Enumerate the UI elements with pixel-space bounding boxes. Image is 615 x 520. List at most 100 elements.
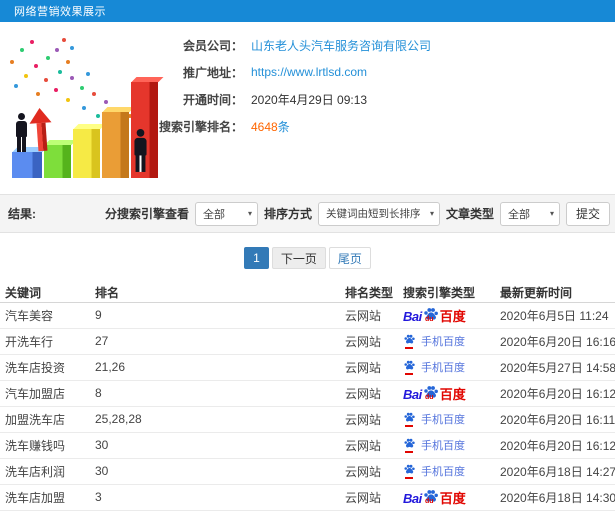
company-label: 会员公司： bbox=[182, 38, 243, 53]
keyword-cell: 汽车加盟店 bbox=[0, 380, 95, 407]
keyword-cell: 洗车店投资 bbox=[0, 354, 95, 381]
next-page-button[interactable]: 下一页 bbox=[271, 247, 326, 269]
rank-type-cell: 云网站 bbox=[345, 302, 403, 329]
baidu-logo: Bai du 百度 bbox=[403, 489, 466, 505]
results-table: 关键词 排名 排名类型 搜索引擎类型 最新更新时间 汽车美容 9 云网站 Bai… bbox=[0, 283, 615, 511]
rank-count-number: 4648 bbox=[251, 119, 278, 134]
promo-url-label: 推广地址： bbox=[182, 65, 243, 80]
mobile-baidu-paw-icon bbox=[403, 464, 416, 479]
rank-cell[interactable]: 30 bbox=[95, 432, 345, 459]
engine-type-cell: 手机百度 bbox=[403, 354, 500, 381]
mobile-baidu-label: 手机百度 bbox=[421, 336, 465, 348]
update-time-cell: 2020年6月5日 11:24 bbox=[500, 302, 615, 329]
mobile-baidu-label: 手机百度 bbox=[421, 440, 465, 452]
keyword-cell: 开洗车行 bbox=[0, 328, 95, 355]
businessman-figure-right bbox=[134, 129, 147, 172]
engine-type-cell: 手机百度 bbox=[403, 432, 500, 459]
confetti-dots-decoration bbox=[0, 30, 4, 34]
member-info-panel: 会员公司： 山东老人头汽车服务咨询有限公司 推广地址： https://www.… bbox=[150, 36, 580, 144]
sort-select[interactable]: 关键词由短到长排序 ▾ bbox=[317, 201, 440, 226]
update-time-cell: 2020年6月20日 16:12 bbox=[500, 432, 615, 459]
keyword-cell: 洗车赚钱吗 bbox=[0, 432, 95, 459]
mobile-baidu-logo: 手机百度 bbox=[403, 333, 465, 349]
up-arrow-icon bbox=[28, 107, 53, 152]
mobile-baidu-paw-icon bbox=[403, 438, 416, 453]
mobile-baidu-label: 手机百度 bbox=[421, 362, 465, 374]
sort-value: 关键词由短到长排序 bbox=[325, 208, 421, 220]
rank-type-cell: 云网站 bbox=[345, 406, 403, 433]
page-1-button[interactable]: 1 bbox=[244, 247, 269, 269]
article-type-select[interactable]: 全部 ▾ bbox=[499, 201, 560, 226]
update-time-cell: 2020年5月27日 14:58 bbox=[500, 354, 615, 381]
illustration-bar-blue bbox=[12, 152, 42, 178]
engine-type-cell: 手机百度 bbox=[403, 328, 500, 355]
table-row: 汽车美容 9 云网站 Bai du 百度 2020年6月5日 11:24 bbox=[0, 302, 615, 329]
last-page-button[interactable]: 尾页 bbox=[328, 247, 371, 269]
mobile-baidu-label: 手机百度 bbox=[421, 466, 465, 478]
keyword-cell: 洗车店加盟 bbox=[0, 484, 95, 511]
open-time-label: 开通时间： bbox=[182, 92, 243, 107]
table-row: 洗车店利润 30 云网站 手机百度 2020年6月18日 14:27 bbox=[0, 458, 615, 485]
baidu-logo-du-text: du bbox=[425, 393, 434, 401]
update-time-cell: 2020年6月18日 14:27 bbox=[500, 458, 615, 485]
rank-count-value: 4648条 bbox=[251, 118, 290, 135]
rank-cell[interactable]: 30 bbox=[95, 458, 345, 485]
pagination: 1 下一页 尾页 bbox=[0, 246, 615, 270]
rank-type-cell: 云网站 bbox=[345, 354, 403, 381]
col-header-rank: 排名 bbox=[95, 283, 345, 303]
promo-url-link[interactable]: https://www.lrtlsd.com bbox=[251, 65, 367, 79]
article-type-value: 全部 bbox=[507, 208, 530, 221]
baidu-logo-cn-text: 百度 bbox=[439, 308, 466, 324]
table-row: 汽车加盟店 8 云网站 Bai du 百度 2020年6月20日 16:12 bbox=[0, 380, 615, 407]
mobile-baidu-paw-icon bbox=[403, 412, 416, 427]
engine-type-cell: Bai du 百度 bbox=[403, 302, 500, 329]
col-header-engine-type: 搜索引擎类型 bbox=[403, 283, 500, 303]
mobile-baidu-label: 手机百度 bbox=[421, 414, 465, 426]
keyword-cell: 洗车店利润 bbox=[0, 458, 95, 485]
submit-button[interactable]: 提交 bbox=[565, 201, 610, 226]
rank-count-unit: 条 bbox=[277, 119, 290, 134]
result-label: 结果: bbox=[8, 207, 36, 221]
table-row: 开洗车行 27 云网站 手机百度 2020年6月20日 16:16 bbox=[0, 328, 615, 355]
page: 网络营销效果展示 会员公司： 山东老人头汽车服务咨询有限公司 推广地址： htt… bbox=[0, 0, 615, 520]
update-time-cell: 2020年6月20日 16:11 bbox=[500, 406, 615, 433]
col-header-rank-type: 排名类型 bbox=[345, 283, 403, 303]
mobile-baidu-logo: 手机百度 bbox=[403, 359, 465, 375]
keyword-cell: 加盟洗车店 bbox=[0, 406, 95, 433]
update-time-cell: 2020年6月18日 14:30 bbox=[500, 484, 615, 511]
mobile-baidu-logo: 手机百度 bbox=[403, 463, 465, 479]
company-link[interactable]: 山东老人头汽车服务咨询有限公司 bbox=[251, 37, 431, 54]
col-header-update-time: 最新更新时间 bbox=[500, 283, 615, 303]
businessman-figure-left bbox=[16, 113, 27, 152]
rank-type-cell: 云网站 bbox=[345, 458, 403, 485]
col-header-keyword: 关键词 bbox=[0, 283, 95, 303]
baidu-logo: Bai du 百度 bbox=[403, 307, 466, 323]
filter-bar: 结果: 分搜索引擎查看 全部 ▾ 排序方式 关键词由短到长排序 ▾ 文章类型 全… bbox=[0, 194, 615, 233]
table-row: 洗车店投资 21,26 云网站 手机百度 2020年5月27日 14:58 bbox=[0, 354, 615, 381]
keyword-cell: 汽车美容 bbox=[0, 302, 95, 329]
rank-cell[interactable]: 9 bbox=[95, 302, 345, 329]
info-row-url: 推广地址： https://www.lrtlsd.com bbox=[150, 63, 580, 81]
mobile-baidu-paw-icon bbox=[403, 334, 416, 349]
rank-cell[interactable]: 27 bbox=[95, 328, 345, 355]
engine-filter-select[interactable]: 全部 ▾ bbox=[194, 201, 258, 226]
baidu-logo-bai-text: Bai bbox=[403, 386, 422, 402]
baidu-logo-cn-text: 百度 bbox=[439, 386, 466, 402]
table-row: 加盟洗车店 25,28,28 云网站 手机百度 2020年6月20日 16:11 bbox=[0, 406, 615, 433]
sort-label: 排序方式 bbox=[263, 207, 312, 221]
engine-type-cell: 手机百度 bbox=[403, 458, 500, 485]
rank-cell[interactable]: 21,26 bbox=[95, 354, 345, 381]
update-time-cell: 2020年6月20日 16:16 bbox=[500, 328, 615, 355]
mobile-baidu-logo: 手机百度 bbox=[403, 411, 465, 427]
rank-cell[interactable]: 25,28,28 bbox=[95, 406, 345, 433]
rank-cell[interactable]: 8 bbox=[95, 380, 345, 407]
baidu-logo-du-text: du bbox=[425, 497, 434, 505]
engine-filter-value: 全部 bbox=[202, 208, 225, 221]
baidu-logo-bai-text: Bai bbox=[403, 308, 422, 324]
article-type-label: 文章类型 bbox=[445, 207, 494, 221]
baidu-logo: Bai du 百度 bbox=[403, 385, 466, 401]
info-row-company: 会员公司： 山东老人头汽车服务咨询有限公司 bbox=[150, 36, 580, 54]
engine-type-cell: Bai du 百度 bbox=[403, 380, 500, 407]
rank-cell[interactable]: 3 bbox=[95, 484, 345, 511]
rank-count-label: 搜索引擎排名： bbox=[158, 119, 243, 134]
